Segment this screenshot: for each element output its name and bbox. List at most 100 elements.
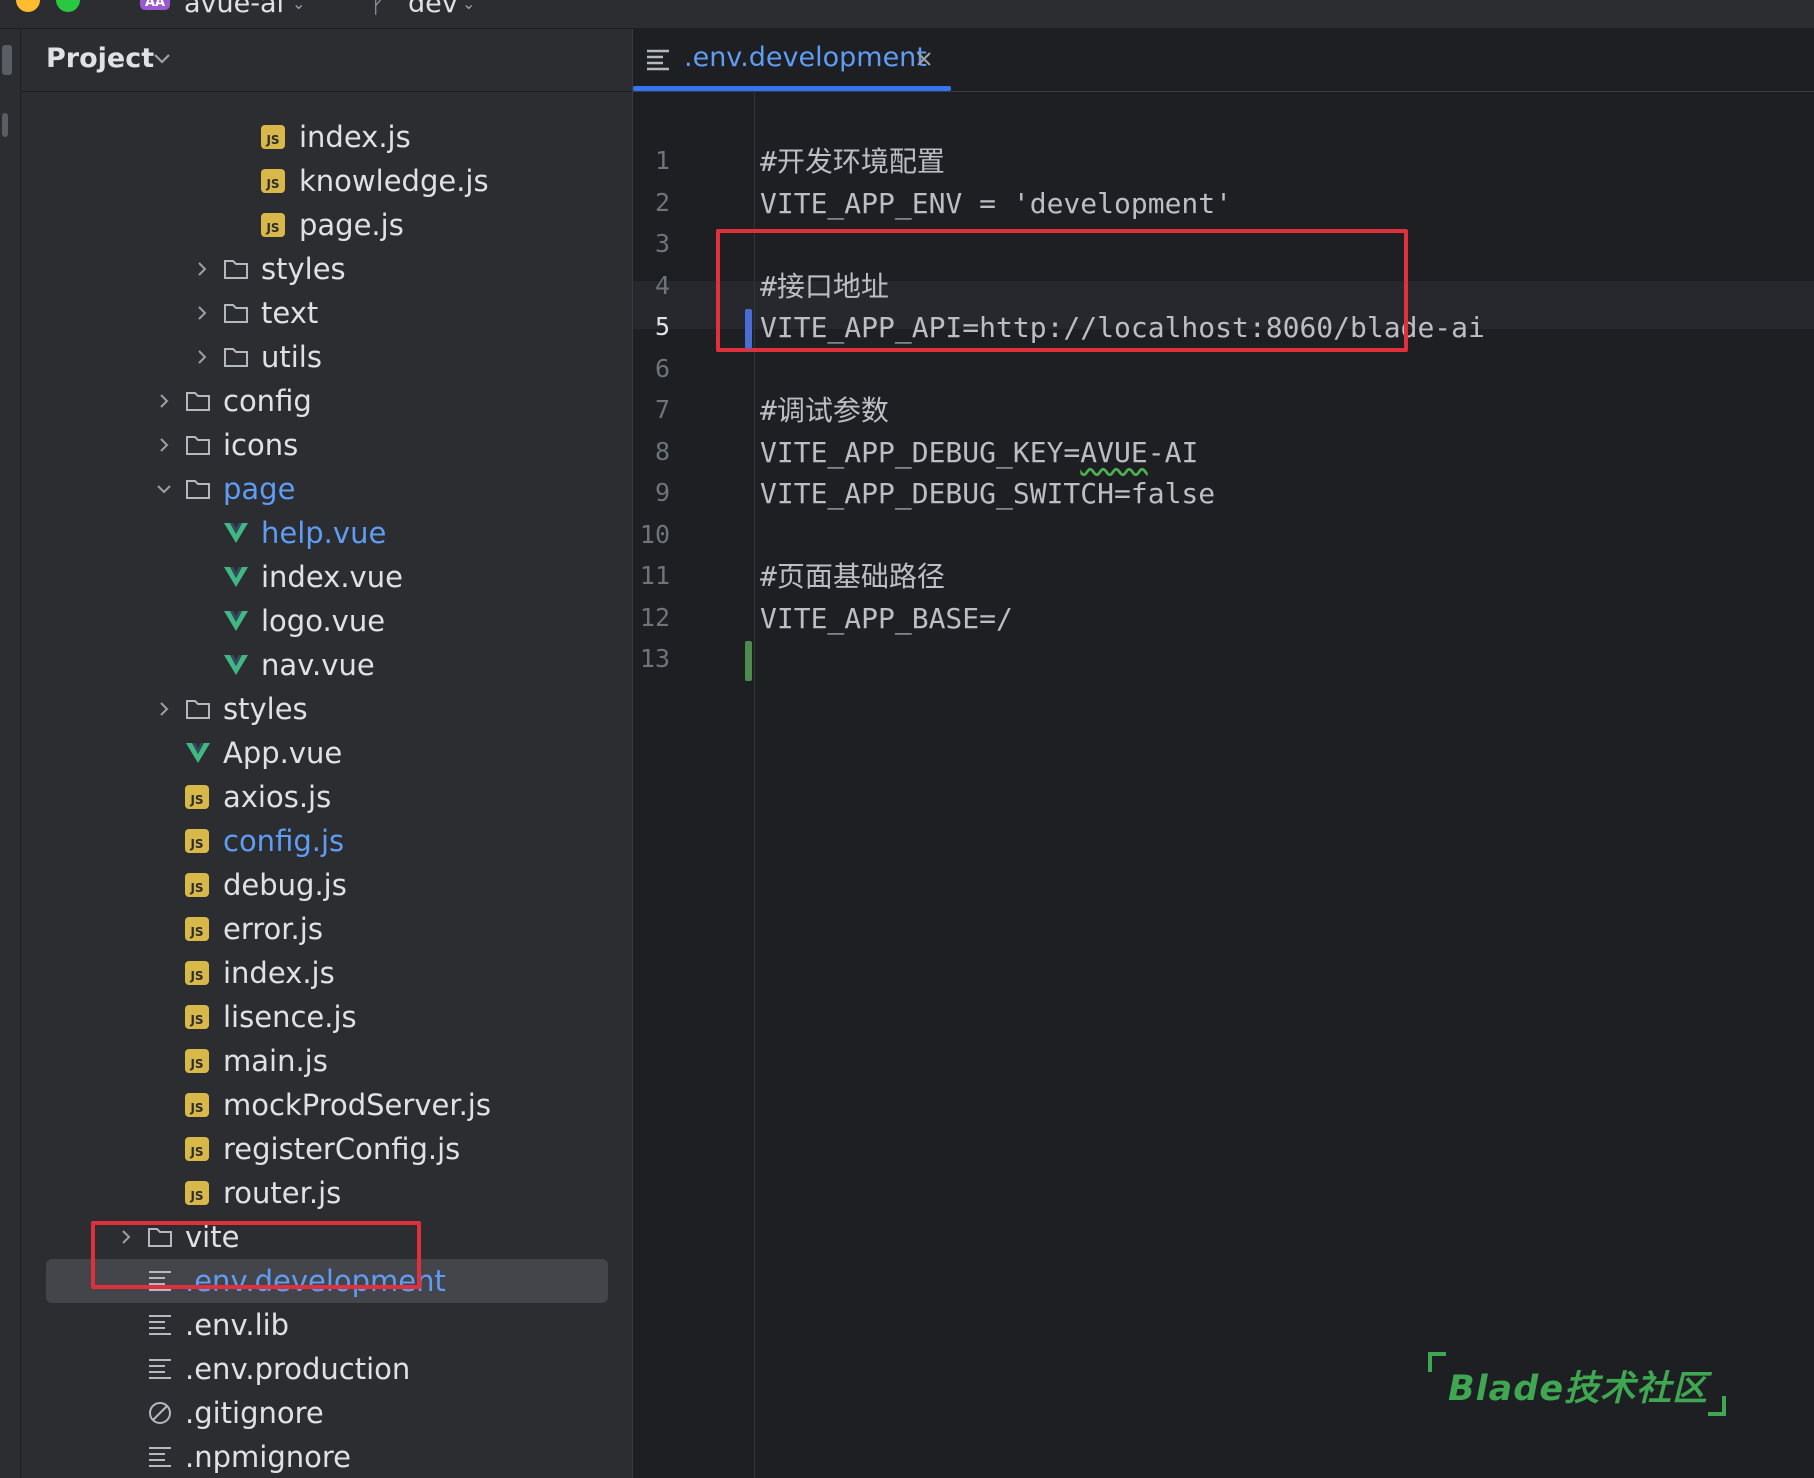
code-line[interactable]: VITE_APP_ENV = 'development' [760, 187, 1232, 220]
line-number: 12 [639, 602, 670, 632]
chevron-right-icon[interactable] [155, 700, 173, 718]
chevron-down-icon[interactable] [151, 47, 173, 69]
tree-item-label: help.vue [261, 516, 387, 550]
project-name[interactable]: avue-ai [184, 0, 284, 19]
tree-item[interactable]: utils [21, 335, 632, 379]
watermark-logo: Blade技术社区 [1428, 1352, 1728, 1422]
active-tab-indicator [633, 86, 951, 91]
tree-item-label: .npmignore [185, 1440, 351, 1474]
chevron-right-icon[interactable] [155, 436, 173, 454]
folder-icon [224, 304, 248, 323]
js-file-icon: JS [261, 213, 285, 237]
tree-item-label: .env.production [185, 1352, 411, 1386]
tree-item[interactable]: JS router.js [21, 1171, 632, 1215]
tab-env-development[interactable]: .env.development [633, 29, 951, 91]
tree-item[interactable]: JS knowledge.js [21, 159, 632, 203]
code-line[interactable]: VITE_APP_DEBUG_SWITCH=false [760, 478, 1215, 510]
vue-file-icon [186, 743, 210, 763]
tree-item[interactable]: nav.vue [21, 643, 632, 687]
chevron-down-icon[interactable] [155, 480, 173, 498]
code-line[interactable]: VITE_APP_DEBUG_KEY=AVUE-AI [760, 435, 1199, 469]
tree-item[interactable]: JS registerConfig.js [21, 1127, 632, 1171]
line-number: 13 [639, 644, 670, 673]
vue-file-icon [224, 655, 248, 675]
tree-item[interactable]: .env.production [21, 1347, 632, 1391]
line-number: 11 [639, 561, 670, 590]
js-file-icon: JS [185, 785, 209, 809]
highlight-box-env-file [91, 1221, 421, 1289]
branch-name[interactable]: dev [408, 0, 458, 19]
project-panel-title[interactable]: Project [46, 43, 154, 74]
folder-icon [186, 392, 210, 411]
tree-item[interactable]: JS index.js [21, 951, 632, 995]
tree-item[interactable]: text [21, 291, 632, 335]
tree-item[interactable]: page [21, 467, 632, 511]
zoom-window-button[interactable] [56, 0, 80, 12]
tree-item-label: index.vue [261, 560, 403, 594]
tree-item-label: styles [261, 252, 346, 286]
chevron-right-icon[interactable] [193, 348, 211, 366]
tree-item-label: page [223, 472, 296, 506]
project-badge[interactable]: AA [140, 0, 170, 10]
tree-item[interactable]: icons [21, 423, 632, 467]
vue-file-icon [224, 523, 248, 543]
tree-item-label: utils [261, 340, 322, 374]
tree-item-label: index.js [223, 956, 335, 990]
tree-item[interactable]: JS page.js [21, 203, 632, 247]
chevron-right-icon[interactable] [193, 260, 211, 278]
tree-item[interactable]: JS config.js [21, 819, 632, 863]
tree-item[interactable]: JS axios.js [21, 775, 632, 819]
tree-item[interactable]: JS mockProdServer.js [21, 1083, 632, 1127]
tree-item[interactable]: JS main.js [21, 1039, 632, 1083]
tree-item[interactable]: App.vue [21, 731, 632, 775]
tree-item[interactable]: config [21, 379, 632, 423]
tree-item[interactable]: JS error.js [21, 907, 632, 951]
code-token: VITE_APP_DEBUG_KEY= [760, 435, 1081, 469]
commit-tool-icon[interactable] [2, 113, 8, 137]
code-line[interactable]: #调试参数 [760, 395, 889, 427]
js-file-icon: JS [185, 1049, 209, 1073]
code-token: -AI [1147, 435, 1199, 469]
tree-item[interactable]: .npmignore [21, 1435, 632, 1478]
tree-item[interactable]: styles [21, 247, 632, 291]
tree-item-label: main.js [223, 1044, 328, 1078]
text-file-icon [149, 1447, 171, 1467]
chevron-right-icon[interactable] [193, 304, 211, 322]
tree-item-label: axios.js [223, 780, 332, 814]
code-line[interactable]: #开发环境配置 [760, 146, 945, 178]
tree-item-label: App.vue [223, 736, 343, 770]
js-file-icon: JS [185, 1005, 209, 1029]
close-icon[interactable] [915, 50, 933, 68]
folder-icon [224, 260, 248, 279]
modified-line-marker[interactable] [745, 309, 752, 349]
line-number: 10 [639, 519, 670, 549]
code-token: AVUE [1080, 435, 1148, 469]
folder-icon [186, 700, 210, 719]
js-file-icon: JS [185, 917, 209, 941]
added-line-marker[interactable] [745, 641, 752, 681]
tree-item[interactable]: JS debug.js [21, 863, 632, 907]
tree-item[interactable]: JS index.js [21, 115, 632, 159]
chevron-down-icon[interactable]: ⌄ [292, 0, 305, 13]
editor-tab-bar: .env.development [633, 29, 1814, 92]
tab-label: .env.development [684, 42, 927, 73]
tree-item[interactable]: logo.vue [21, 599, 632, 643]
tree-item[interactable]: index.vue [21, 555, 632, 599]
project-tool-icon[interactable] [2, 45, 12, 75]
line-number: 6 [654, 353, 670, 383]
chevron-right-icon[interactable] [155, 392, 173, 410]
tree-item[interactable]: JS lisence.js [21, 995, 632, 1039]
tree-item[interactable]: help.vue [21, 511, 632, 555]
tree-item[interactable]: styles [21, 687, 632, 731]
code-line[interactable]: #页面基础路径 [760, 561, 945, 593]
minimize-window-button[interactable] [16, 0, 40, 12]
line-number: 8 [654, 436, 670, 466]
tree-item-label: knowledge.js [299, 164, 489, 198]
tree-item[interactable]: .gitignore [21, 1391, 632, 1435]
line-number: 9 [654, 478, 670, 507]
tree-item[interactable]: .env.lib [21, 1303, 632, 1347]
line-number: 7 [654, 395, 670, 424]
chevron-down-icon[interactable]: ⌄ [462, 0, 475, 13]
code-line[interactable]: VITE_APP_BASE=/ [760, 602, 1013, 635]
text-file-icon [149, 1315, 171, 1335]
